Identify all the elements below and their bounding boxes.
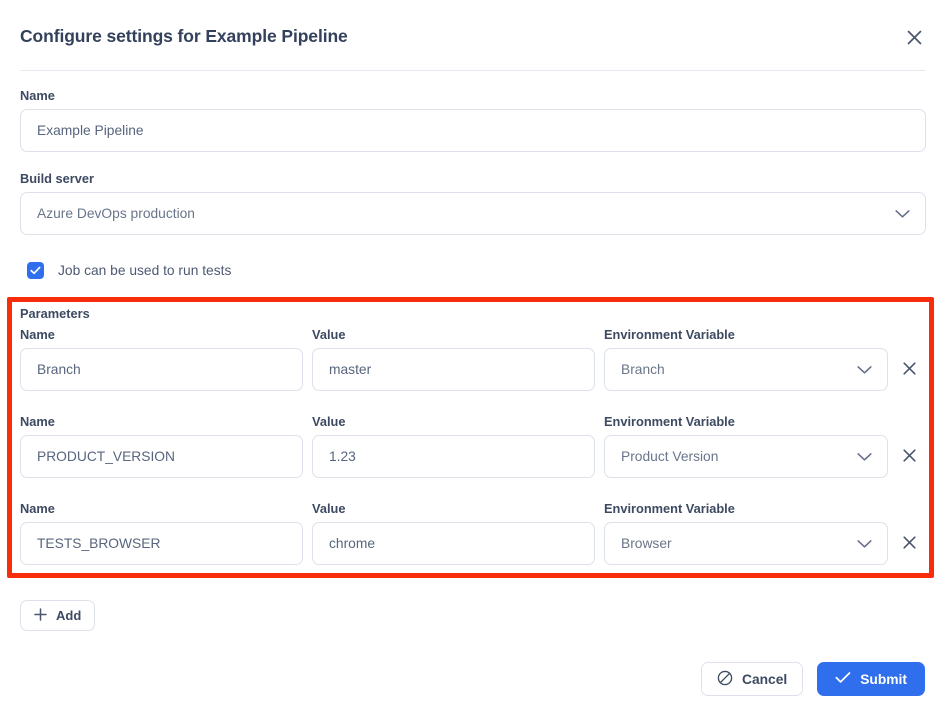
param-name-label-1: Name (20, 414, 303, 430)
parameters-title: Parameters (20, 306, 90, 321)
header-divider (20, 70, 925, 71)
cancel-button-label: Cancel (742, 672, 787, 687)
param-env-select-wrapper-1: Product Version (604, 435, 888, 478)
param-value-field-wrapper-0 (312, 348, 595, 391)
param-value-field-wrapper-1 (312, 435, 595, 478)
param-name-label-0: Name (20, 327, 303, 343)
block-icon (717, 670, 733, 689)
add-parameter-button[interactable]: Add (20, 600, 95, 631)
param-name-field-wrapper-2 (20, 522, 303, 565)
param-env-label-0: Environment Variable (604, 327, 888, 343)
run-tests-checkbox-row[interactable]: Job can be used to run tests (27, 262, 231, 279)
close-button[interactable] (901, 24, 927, 50)
param-name-input-2[interactable] (20, 522, 303, 565)
param-value-label-0: Value (312, 327, 595, 343)
page-title: Configure settings for Example Pipeline (20, 26, 348, 47)
name-input[interactable] (20, 109, 926, 152)
dialog-footer: Cancel Submit (701, 662, 925, 696)
param-name-field-wrapper-0 (20, 348, 303, 391)
param-env-value-0: Branch (605, 362, 665, 377)
param-env-select-wrapper-0: Branch (604, 348, 888, 391)
param-env-label-2: Environment Variable (604, 501, 888, 517)
param-value-field-wrapper-2 (312, 522, 595, 565)
cancel-button[interactable]: Cancel (701, 662, 803, 696)
add-parameter-button-label: Add (56, 608, 81, 623)
chevron-down-icon (895, 209, 910, 218)
check-icon (30, 262, 41, 280)
close-icon (902, 448, 917, 466)
name-label: Name (20, 88, 55, 104)
param-name-label-2: Name (20, 501, 303, 517)
build-server-select[interactable]: Azure DevOps production (20, 192, 926, 235)
param-value-label-2: Value (312, 501, 595, 517)
close-icon (902, 535, 917, 553)
param-env-select-2[interactable]: Browser (604, 522, 888, 565)
run-tests-checkbox[interactable] (27, 262, 44, 279)
submit-button-label: Submit (860, 672, 907, 687)
param-name-input-1[interactable] (20, 435, 303, 478)
param-value-input-2[interactable] (312, 522, 595, 565)
param-name-field-wrapper-1 (20, 435, 303, 478)
build-server-value: Azure DevOps production (21, 206, 195, 221)
plus-icon (34, 608, 47, 624)
chevron-down-icon (857, 539, 872, 548)
configure-settings-dialog: Configure settings for Example Pipeline … (0, 0, 945, 715)
param-value-label-1: Value (312, 414, 595, 430)
close-icon (902, 361, 917, 379)
dialog-header: Configure settings for Example Pipeline (0, 0, 945, 72)
param-env-select-wrapper-2: Browser (604, 522, 888, 565)
run-tests-checkbox-label: Job can be used to run tests (58, 263, 231, 278)
name-input-wrapper (20, 109, 926, 152)
param-name-input-0[interactable] (20, 348, 303, 391)
build-server-select-wrapper: Azure DevOps production (20, 192, 926, 235)
param-env-value-1: Product Version (605, 449, 718, 464)
param-remove-button-1[interactable] (897, 445, 921, 469)
check-icon (835, 671, 851, 687)
chevron-down-icon (857, 452, 872, 461)
param-env-select-1[interactable]: Product Version (604, 435, 888, 478)
param-value-input-0[interactable] (312, 348, 595, 391)
param-env-value-2: Browser (605, 536, 672, 551)
param-value-input-1[interactable] (312, 435, 595, 478)
param-remove-button-2[interactable] (897, 532, 921, 556)
build-server-label: Build server (20, 171, 94, 187)
submit-button[interactable]: Submit (817, 662, 925, 696)
chevron-down-icon (857, 365, 872, 374)
param-env-label-1: Environment Variable (604, 414, 888, 430)
close-icon (906, 29, 923, 46)
param-remove-button-0[interactable] (897, 358, 921, 382)
param-env-select-0[interactable]: Branch (604, 348, 888, 391)
